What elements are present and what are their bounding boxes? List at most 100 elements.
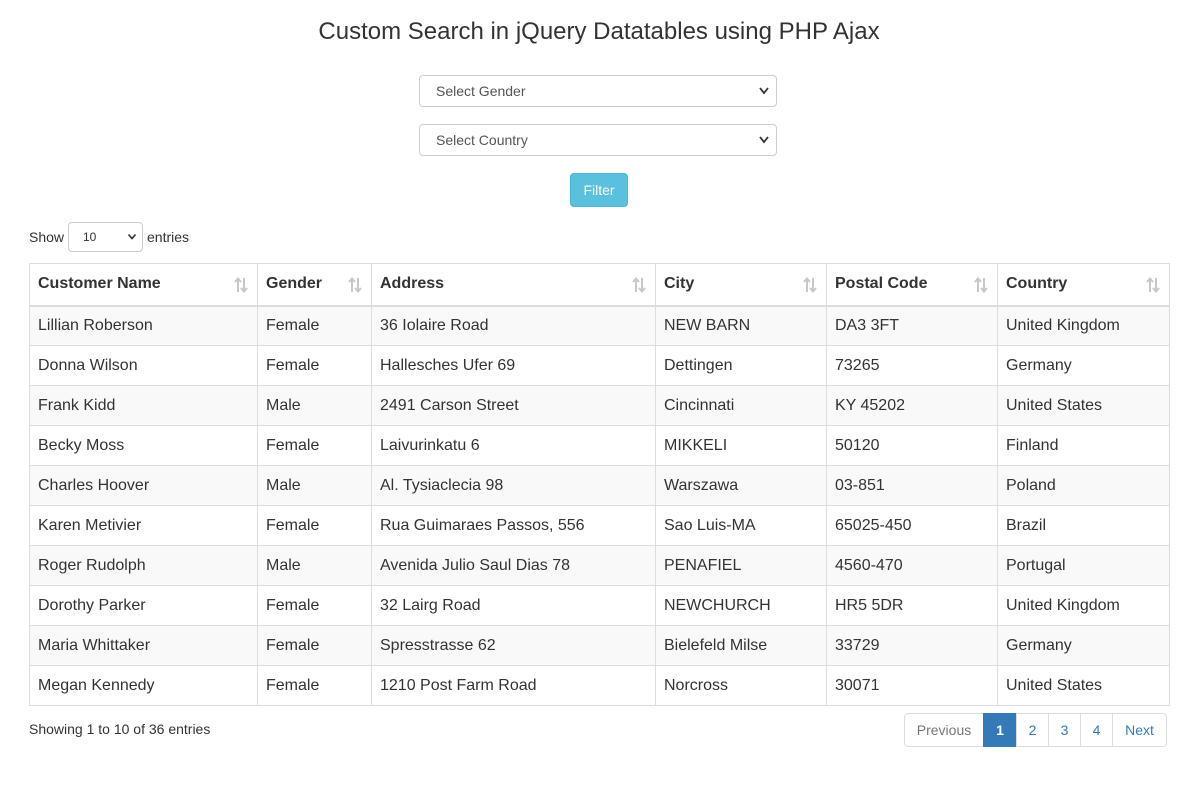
sort-icon — [348, 276, 362, 294]
table-cell: Charles Hoover — [29, 465, 258, 506]
column-header[interactable]: Address — [371, 263, 656, 307]
table-cell: Female — [257, 505, 372, 546]
table-cell: Roger Rudolph — [29, 545, 258, 586]
table-row: Dorothy Parker Female 32 Lairg Road NEWCHUR… — [29, 585, 1170, 626]
table-row: Roger Rudolph Male Avenida Julio Saul Dias… — [29, 545, 1170, 586]
table-cell: Donna Wilson — [29, 345, 258, 386]
sort-icon — [632, 276, 646, 294]
entries-label: entries — [147, 229, 190, 245]
table-cell: Avenida Julio Saul Dias 78 — [371, 545, 656, 586]
table-cell: Maria Whittaker — [29, 625, 258, 666]
country-select[interactable]: Select Country — [419, 124, 777, 156]
column-header[interactable]: Customer Name — [29, 263, 258, 307]
column-header-label: Gender — [266, 275, 323, 293]
table-info: Showing 1 to 10 of 36 entries — [29, 721, 211, 737]
table-row: Maria Whittaker Female Spresstrasse 62 Biel… — [29, 625, 1170, 666]
table-cell: Female — [257, 345, 372, 386]
table-cell: United States — [997, 665, 1170, 706]
table-cell: 50120 — [826, 425, 998, 466]
table-cell: NEW BARN — [655, 305, 827, 346]
table-cell: Female — [257, 305, 372, 346]
column-header-label: Postal Code — [835, 275, 928, 293]
table-cell: 03-851 — [826, 465, 998, 506]
page-button-2[interactable]: 2 — [1016, 713, 1049, 747]
table-cell: Warszawa — [655, 465, 827, 506]
column-header[interactable]: Postal Code — [826, 263, 998, 307]
page-title: Custom Search in jQuery Datatables using… — [318, 18, 880, 45]
table-cell: Al. Tysiaclecia 98 — [371, 465, 656, 506]
next-page-button[interactable]: Next — [1112, 713, 1167, 747]
table-cell: Cincinnati — [655, 385, 827, 426]
table-cell: Karen Metivier — [29, 505, 258, 546]
table-cell: Portugal — [997, 545, 1170, 586]
table-row: Frank Kidd Male 2491 Carson Street Cincinna… — [29, 385, 1170, 426]
table-cell: Hallesches Ufer 69 — [371, 345, 656, 386]
chevron-down-icon — [759, 136, 769, 144]
chevron-down-icon — [759, 87, 769, 95]
table-header-row: Customer Name Gender Address City Postal Cod… — [29, 263, 1170, 307]
column-header-label: City — [664, 275, 695, 293]
column-header[interactable]: Gender — [257, 263, 372, 307]
table-cell: Bielefeld Milse — [655, 625, 827, 666]
column-header-label: Address — [380, 275, 445, 293]
table-cell: Lillian Roberson — [29, 305, 258, 346]
table-cell: 73265 — [826, 345, 998, 386]
table-cell: Megan Kennedy — [29, 665, 258, 706]
table-cell: Germany — [997, 345, 1170, 386]
table-row: Becky Moss Female Laivurinkatu 6 MIKKELI 501… — [29, 425, 1170, 466]
sort-icon — [974, 276, 988, 294]
sort-icon — [1146, 276, 1160, 294]
table-cell: Female — [257, 625, 372, 666]
table-cell: 2491 Carson Street — [371, 385, 656, 426]
table-cell: Norcross — [655, 665, 827, 706]
table-cell: NEWCHURCH — [655, 585, 827, 626]
entries-per-page-value: 10 — [83, 230, 97, 244]
table-cell: Female — [257, 665, 372, 706]
table-cell: PENAFIEL — [655, 545, 827, 586]
table-cell: Laivurinkatu 6 — [371, 425, 656, 466]
table-cell: 1210 Post Farm Road — [371, 665, 656, 706]
table-cell: United States — [997, 385, 1170, 426]
pagination: Previous 1 2 3 4 Next — [904, 713, 1167, 747]
table-row: Megan Kennedy Female 1210 Post Farm Road No… — [29, 665, 1170, 706]
table-cell: Sao Luis-MA — [655, 505, 827, 546]
table-cell: 36 Iolaire Road — [371, 305, 656, 346]
chevron-down-icon — [127, 233, 137, 240]
previous-page-button[interactable]: Previous — [904, 713, 984, 747]
table-cell: United Kingdom — [997, 585, 1170, 626]
table-cell: Becky Moss — [29, 425, 258, 466]
filter-button[interactable]: Filter — [570, 173, 628, 207]
customers-table: Customer Name Gender Address City Postal Cod… — [29, 263, 1170, 706]
table-body: Lillian Roberson Female 36 Iolaire Road NEW… — [29, 305, 1170, 706]
column-header[interactable]: City — [655, 263, 827, 307]
page-button-3[interactable]: 3 — [1048, 713, 1081, 747]
table-cell: 33729 — [826, 625, 998, 666]
sort-icon — [234, 276, 248, 294]
page-button-4[interactable]: 4 — [1080, 713, 1113, 747]
table-cell: Male — [257, 465, 372, 506]
table-cell: MIKKELI — [655, 425, 827, 466]
table-cell: 30071 — [826, 665, 998, 706]
table-cell: Spresstrasse 62 — [371, 625, 656, 666]
table-row: Donna Wilson Female Hallesches Ufer 69 Dett… — [29, 345, 1170, 386]
table-cell: United Kingdom — [997, 305, 1170, 346]
table-cell: Dettingen — [655, 345, 827, 386]
table-cell: Germany — [997, 625, 1170, 666]
column-header-label: Country — [1006, 275, 1068, 293]
page-button-1[interactable]: 1 — [983, 713, 1017, 747]
table-row: Charles Hoover Male Al. Tysiaclecia 98 Wars… — [29, 465, 1170, 506]
table-cell: Brazil — [997, 505, 1170, 546]
table-cell: Dorothy Parker — [29, 585, 258, 626]
country-select-value: Select Country — [436, 132, 528, 148]
sort-icon — [803, 276, 817, 294]
table-cell: Male — [257, 545, 372, 586]
column-header-label: Customer Name — [38, 275, 161, 293]
gender-select-value: Select Gender — [436, 83, 526, 99]
column-header[interactable]: Country — [997, 263, 1170, 307]
entries-per-page-select[interactable]: 10 — [68, 222, 143, 252]
gender-select[interactable]: Select Gender — [419, 75, 777, 107]
table-cell: Frank Kidd — [29, 385, 258, 426]
table-cell: HR5 5DR — [826, 585, 998, 626]
table-cell: 32 Lairg Road — [371, 585, 656, 626]
table-cell: Rua Guimaraes Passos, 556 — [371, 505, 656, 546]
